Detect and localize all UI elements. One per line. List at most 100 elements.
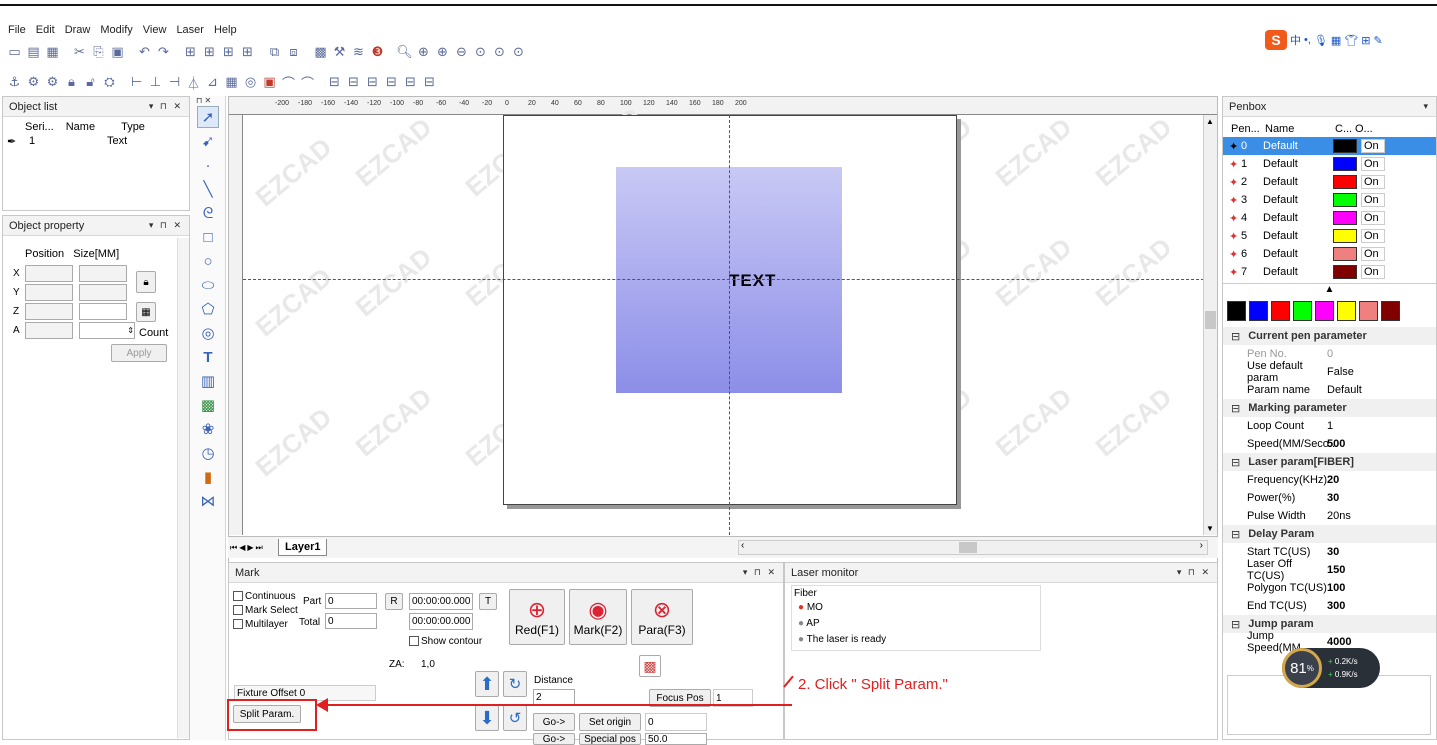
col-name[interactable]: Name	[1265, 123, 1335, 135]
param-category[interactable]: ⊟ Current pen parameter	[1223, 327, 1436, 345]
input-port-icon[interactable]: ▮	[197, 466, 219, 488]
object-icon[interactable]: ▩	[312, 43, 329, 61]
color-swatch[interactable]	[1227, 301, 1246, 321]
mark-button[interactable]: ◉ Mark(F2)	[569, 589, 627, 645]
barcode-icon[interactable]: ▥	[197, 370, 219, 392]
ime-punct-icon[interactable]: •,	[1304, 34, 1311, 46]
drawing-canvas[interactable]: -200 -180 -160 -140 -120 -100 -80 -60 -40 -20 0 20 4…	[228, 96, 1218, 564]
h-scroll-thumb[interactable]	[959, 542, 977, 553]
cut-icon[interactable]: ✂	[71, 43, 88, 61]
select-icon[interactable]: ➚	[197, 106, 219, 128]
zoom-in-icon[interactable]: ⊕	[415, 43, 432, 61]
menu-help[interactable]: Help	[214, 24, 237, 36]
pen-on-status[interactable]: On	[1361, 175, 1385, 189]
tools-icon[interactable]: ⚒	[331, 43, 348, 61]
param-row[interactable]: End TC(US) 300	[1223, 597, 1436, 615]
output-port-icon[interactable]: ⋈	[197, 490, 219, 512]
pen-row[interactable]: ✦ 7 Default On	[1223, 263, 1436, 281]
panel-controls-icon[interactable]: ▾ ⊓ ✕	[1177, 567, 1211, 578]
ime-skin-icon[interactable]: 👕︎	[1344, 34, 1358, 47]
mirror-icon[interactable]: ⏃	[185, 73, 202, 91]
param-category[interactable]: ⊟ Delay Param	[1223, 525, 1436, 543]
pen-row[interactable]: ✦ 3 Default On	[1223, 191, 1436, 209]
count-input[interactable]: ⇕	[79, 322, 135, 339]
color-swatch[interactable]	[1359, 301, 1378, 321]
spiral-icon[interactable]: ◎	[197, 322, 219, 344]
align-right-icon[interactable]: ⊣	[166, 73, 183, 91]
hatch-icon[interactable]: ◎	[242, 73, 259, 91]
color-swatch[interactable]	[1271, 301, 1290, 321]
node-edit-icon[interactable]: ➹	[197, 130, 219, 152]
dist-icon[interactable]: ⊟	[326, 73, 343, 91]
undo-icon[interactable]: ↶	[136, 43, 153, 61]
pen-on-status[interactable]: On	[1361, 229, 1385, 243]
object-row[interactable]: ✒ 1 Text	[3, 133, 189, 148]
panel-controls-icon[interactable]: ▾ ⊓ ✕	[149, 101, 183, 112]
ime-lang-icon[interactable]: 中	[1290, 32, 1301, 48]
spin-icon[interactable]: ⇕	[127, 326, 134, 335]
zoom-icon[interactable]: 🔍︎	[396, 43, 413, 61]
collapse-box-icon[interactable]: ⊟	[1231, 618, 1240, 631]
property-scrollbar[interactable]	[177, 238, 189, 738]
vertical-scrollbar[interactable]: ▲ ▼	[1203, 115, 1217, 535]
collapse-box-icon[interactable]: ⊟	[1231, 402, 1240, 415]
dist4-icon[interactable]: ⊟	[383, 73, 400, 91]
grid4-icon[interactable]: ⊞	[239, 43, 256, 61]
ungroup-icon[interactable]: ⧈	[285, 43, 302, 61]
vector-file-icon[interactable]: ❀	[197, 418, 219, 440]
pen-row[interactable]: ✦ 0 Default On	[1223, 137, 1436, 155]
weld-icon[interactable]: ⚙	[25, 73, 42, 91]
dist6-icon[interactable]: ⊟	[421, 73, 438, 91]
copy-icon[interactable]: ⎘	[90, 43, 107, 61]
paste-icon[interactable]: ▣	[109, 43, 126, 61]
color-swatch[interactable]	[1293, 301, 1312, 321]
lock-icon[interactable]: 🔒︎	[63, 73, 80, 91]
checker-button[interactable]: ▩	[639, 655, 661, 677]
param-row[interactable]: Polygon TC(US) 100	[1223, 579, 1436, 597]
panel-controls-icon[interactable]: ▾ ⊓ ✕	[743, 567, 777, 578]
unlock-icon[interactable]: 🔓︎	[82, 73, 99, 91]
menu-laser[interactable]: Laser	[176, 24, 204, 36]
pen-on-status[interactable]: On	[1361, 193, 1385, 207]
height-input[interactable]	[79, 284, 127, 301]
curve2-icon[interactable]: ⌒	[299, 73, 316, 91]
param-row[interactable]: Frequency(KHz) 20	[1223, 471, 1436, 489]
pen-color-swatch[interactable]	[1333, 211, 1357, 225]
pen-row[interactable]: ✦ 1 Default On	[1223, 155, 1436, 173]
zoom-sel-icon[interactable]: ⊙	[491, 43, 508, 61]
param-row[interactable]: Speed(MM/Seco... 500	[1223, 435, 1436, 453]
lock-all-icon[interactable]: ⛭	[101, 73, 118, 91]
pen-color-swatch[interactable]	[1333, 157, 1357, 171]
col-pen[interactable]: Pen...	[1231, 123, 1265, 135]
grid2-icon[interactable]: ⊞	[201, 43, 218, 61]
go-button-2[interactable]: Go->	[533, 733, 575, 745]
rotate-ccw-button[interactable]: ↺	[503, 705, 527, 731]
col-name[interactable]: Name	[66, 121, 95, 133]
pen-color-swatch[interactable]	[1333, 229, 1357, 243]
width-input[interactable]	[79, 265, 127, 282]
pen-on-status[interactable]: On	[1361, 211, 1385, 225]
zoom-page-icon[interactable]: ⊙	[510, 43, 527, 61]
apply-button[interactable]: Apply	[111, 344, 167, 362]
curve-icon[interactable]: ᘓ	[197, 202, 219, 224]
panel-menu-icon[interactable]: ▾	[1423, 101, 1430, 112]
color-swatch[interactable]	[1381, 301, 1400, 321]
array-icon[interactable]: ▦	[223, 73, 240, 91]
zoom-out-icon[interactable]: ⊖	[453, 43, 470, 61]
pen-on-status[interactable]: On	[1361, 265, 1385, 279]
menu-edit[interactable]: Edit	[36, 24, 55, 36]
align-center-icon[interactable]: ⊥	[147, 73, 164, 91]
bitmap-icon[interactable]: ▩	[197, 394, 219, 416]
group-icon[interactable]: ⧉	[266, 43, 283, 61]
scroll-right-icon[interactable]: ›	[1200, 540, 1203, 551]
reset-t-button[interactable]: T	[479, 593, 497, 610]
convert-icon[interactable]: ▣	[261, 73, 278, 91]
ime-mic-icon[interactable]: 🎙︎	[1314, 34, 1328, 47]
scroll-left-icon[interactable]: ‹	[741, 540, 744, 551]
sogou-logo-icon[interactable]: S	[1265, 30, 1287, 50]
ime-apps-icon[interactable]: ⊞	[1361, 34, 1370, 47]
depth-input[interactable]	[79, 303, 127, 320]
dist5-icon[interactable]: ⊟	[402, 73, 419, 91]
anchor-button[interactable]: ▦	[136, 302, 156, 322]
set-origin-button[interactable]: Set origin	[579, 713, 641, 731]
